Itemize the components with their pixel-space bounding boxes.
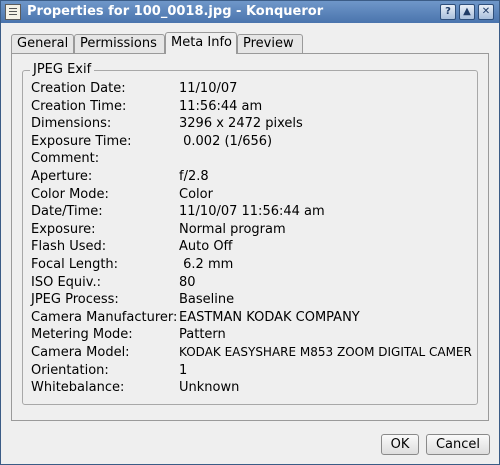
meta-value: 3296 x 2472 pixels <box>179 116 303 132</box>
meta-value: EASTMAN KODAK COMPANY <box>179 309 360 325</box>
cancel-button-label: Cancel <box>435 437 481 452</box>
meta-value: Baseline <box>179 292 235 308</box>
meta-value: Unknown <box>179 380 240 396</box>
meta-key: Date/Time: <box>31 204 103 220</box>
meta-value: 6.2 mm <box>179 257 234 272</box>
tab-general-label: General <box>17 36 69 51</box>
meta-key: Comment: <box>31 151 100 167</box>
meta-value: 0.002 (1/656) <box>179 133 273 149</box>
ok-button[interactable]: OK <box>381 434 419 455</box>
meta-value: Auto Off <box>179 239 233 255</box>
meta-value: 11:56:44 am <box>179 98 263 114</box>
meta-key: Focal Length: <box>31 257 119 272</box>
tab-general[interactable]: General <box>11 34 74 53</box>
meta-value: 1 <box>179 362 188 378</box>
meta-key: Camera Model: <box>31 345 130 360</box>
meta-key: Creation Date: <box>31 81 126 96</box>
meta-key: Orientation: <box>31 362 109 378</box>
tab-preview[interactable]: Preview <box>237 34 303 53</box>
close-icon[interactable]: ✕ <box>478 4 494 20</box>
tab-permissions[interactable]: Permissions <box>74 34 165 53</box>
meta-key: JPEG Process: <box>31 292 119 308</box>
help-icon[interactable]: ? <box>440 4 456 20</box>
group-title: JPEG Exif <box>30 62 95 77</box>
meta-value: Pattern <box>179 327 226 343</box>
maximize-icon[interactable]: ▲ <box>459 4 475 20</box>
meta-key: Camera Manufacturer: <box>31 309 178 325</box>
meta-key: Exposure: <box>31 221 96 237</box>
window-title: Properties for 100_0018.jpg - Konqueror <box>27 4 324 19</box>
cancel-button[interactable]: Cancel <box>426 434 490 455</box>
tab-preview-label: Preview <box>243 36 294 51</box>
jpeg-exif-group: JPEG Exif Creation Date: 11/10/07 Creati… <box>22 62 478 405</box>
meta-value: Color <box>179 186 213 202</box>
document-icon <box>5 4 21 20</box>
meta-key: Metering Mode: <box>31 327 133 343</box>
tab-permissions-label: Permissions <box>80 36 157 51</box>
meta-info-panel: JPEG Exif Creation Date: 11/10/07 Creati… <box>11 53 489 421</box>
meta-value: 80 <box>179 274 196 290</box>
meta-key: Flash Used: <box>31 239 107 255</box>
meta-key: Whitebalance: <box>31 380 125 396</box>
ok-button-label: OK <box>390 437 410 452</box>
meta-key: Aperture: <box>31 169 93 184</box>
meta-key: ISO Equiv.: <box>31 274 101 290</box>
meta-value: 11/10/07 <box>179 81 238 96</box>
meta-value: Normal program <box>179 221 286 237</box>
tab-meta-info[interactable]: Meta Info <box>165 32 237 54</box>
tab-meta-info-label: Meta Info <box>171 35 233 50</box>
meta-value: f/2.8 <box>179 169 209 184</box>
meta-key: Exposure Time: <box>31 133 132 149</box>
meta-key: Color Mode: <box>31 186 109 202</box>
meta-key: Creation Time: <box>31 98 127 114</box>
title-bar[interactable]: Properties for 100_0018.jpg - Konqueror … <box>1 1 499 23</box>
meta-key: Dimensions: <box>31 116 112 132</box>
meta-value: 11/10/07 11:56:44 am <box>179 204 325 220</box>
meta-value: KODAK EASYSHARE M853 ZOOM DIGITAL CAMER <box>179 345 472 359</box>
properties-dialog: Properties for 100_0018.jpg - Konqueror … <box>0 0 500 465</box>
